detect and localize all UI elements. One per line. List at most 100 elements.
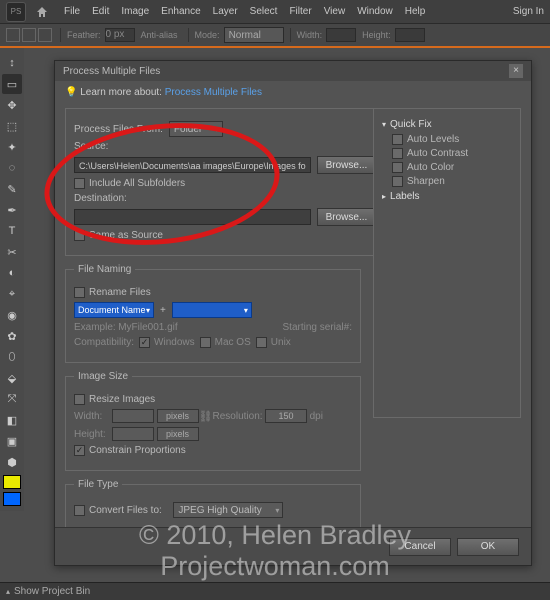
- tool-lasso[interactable]: ⬚: [2, 116, 22, 136]
- width-label: Width:: [74, 411, 112, 422]
- compat-unix-label: Unix: [271, 337, 291, 348]
- labels-accordion[interactable]: ▸ Labels: [382, 191, 512, 202]
- auto-levels-checkbox[interactable]: [392, 134, 403, 145]
- tool-gradient[interactable]: ◧: [2, 410, 22, 430]
- app-icon: PS: [6, 2, 26, 22]
- browse-source-button[interactable]: Browse...: [317, 156, 377, 174]
- constrain-proportions-label: Constrain Proportions: [89, 445, 186, 456]
- menu-file[interactable]: File: [64, 6, 80, 17]
- tool-wand[interactable]: ✦: [2, 137, 22, 157]
- destination-label: Destination:: [74, 193, 127, 204]
- convert-files-checkbox[interactable]: [74, 505, 85, 516]
- ok-button[interactable]: OK: [457, 538, 519, 556]
- menu-edit[interactable]: Edit: [92, 6, 109, 17]
- optheight-label: Height:: [362, 30, 391, 40]
- status-bar[interactable]: ▴ Show Project Bin: [0, 582, 550, 600]
- tool-dodge[interactable]: ◐: [2, 263, 22, 283]
- compat-windows-label: Windows: [154, 337, 195, 348]
- mode-select[interactable]: Normal: [224, 27, 284, 43]
- sign-in-link[interactable]: Sign In: [513, 6, 544, 17]
- tool-type[interactable]: T: [2, 221, 22, 241]
- width-field[interactable]: [112, 409, 154, 423]
- browse-destination-button[interactable]: Browse...: [317, 208, 377, 226]
- auto-contrast-checkbox[interactable]: [392, 148, 403, 159]
- tool-pencil[interactable]: ✎: [2, 179, 22, 199]
- dialog-titlebar[interactable]: Process Multiple Files ×: [55, 61, 531, 81]
- width-units-select[interactable]: pixels: [157, 409, 199, 423]
- tool-quicksel[interactable]: ◌: [2, 158, 22, 178]
- tool-redeye[interactable]: ◉: [2, 305, 22, 325]
- options-bar: Feather: 0 px Anti-alias Mode: Normal Wi…: [0, 24, 550, 48]
- menu-view[interactable]: View: [324, 6, 346, 17]
- same-as-source-checkbox[interactable]: [74, 230, 85, 241]
- background-color[interactable]: [3, 492, 21, 506]
- sharpen-checkbox[interactable]: [392, 176, 403, 187]
- labels-label: Labels: [390, 191, 419, 202]
- same-as-source-label: Same as Source: [89, 230, 163, 241]
- height-units-select[interactable]: pixels: [157, 427, 199, 441]
- file-naming-legend: File Naming: [74, 264, 135, 275]
- tool-eraser[interactable]: ⬙: [2, 368, 22, 388]
- selmode-add-icon[interactable]: [22, 28, 36, 42]
- compat-windows-checkbox[interactable]: [139, 337, 150, 348]
- include-subfolders-checkbox[interactable]: [74, 178, 85, 189]
- process-from-label: Process Files From:: [74, 124, 163, 135]
- close-icon[interactable]: ×: [509, 64, 523, 78]
- resolution-field[interactable]: 150: [265, 409, 307, 423]
- tool-hand[interactable]: ✥: [2, 95, 22, 115]
- tool-straighten[interactable]: ⌖: [2, 284, 22, 304]
- menu-window[interactable]: Window: [357, 6, 393, 17]
- convert-format-select[interactable]: JPEG High Quality: [173, 502, 283, 518]
- source-group: Process Files From: Folder Source: C:\Us…: [65, 108, 385, 256]
- menu-select[interactable]: Select: [250, 6, 278, 17]
- compat-unix-checkbox[interactable]: [256, 337, 267, 348]
- example-label: Example:: [74, 322, 116, 333]
- tool-heal[interactable]: ✿: [2, 326, 22, 346]
- tool-bucket[interactable]: ⤧: [2, 389, 22, 409]
- menu-filter[interactable]: Filter: [289, 6, 311, 17]
- tool-palette: ↕ ▭ ✥ ⬚ ✦ ◌ ✎ ✒ T ✂ ◐ ⌖ ◉ ✿ ⬯ ⬙ ⤧ ◧ ▣ ⬢: [0, 48, 24, 511]
- rename-files-checkbox[interactable]: [74, 287, 85, 298]
- file-type-legend: File Type: [74, 479, 122, 490]
- learn-link[interactable]: Process Multiple Files: [165, 87, 262, 98]
- compat-mac-checkbox[interactable]: [200, 337, 211, 348]
- cancel-button[interactable]: Cancel: [389, 538, 451, 556]
- menu-help[interactable]: Help: [405, 6, 426, 17]
- include-subfolders-label: Include All Subfolders: [89, 178, 185, 189]
- tool-move[interactable]: ↕: [2, 53, 22, 73]
- menu-layer[interactable]: Layer: [213, 6, 238, 17]
- auto-color-checkbox[interactable]: [392, 162, 403, 173]
- selmode-new-icon[interactable]: [6, 28, 20, 42]
- name-template-1-select[interactable]: Document Name: [74, 302, 154, 318]
- tool-sponge[interactable]: ⬢: [2, 452, 22, 472]
- image-size-legend: Image Size: [74, 371, 132, 382]
- tool-shape[interactable]: ▣: [2, 431, 22, 451]
- resize-images-checkbox[interactable]: [74, 394, 85, 405]
- destination-path-field[interactable]: [74, 209, 311, 225]
- process-from-select[interactable]: Folder: [169, 121, 223, 137]
- constrain-proportions-checkbox[interactable]: [74, 445, 85, 456]
- feather-field[interactable]: 0 px: [105, 28, 135, 42]
- tool-brush[interactable]: ✒: [2, 200, 22, 220]
- menu-enhance[interactable]: Enhance: [161, 6, 200, 17]
- optheight-field[interactable]: [395, 28, 425, 42]
- image-size-group: Image Size Resize Images Width: pixels ⛓…: [65, 371, 361, 471]
- tool-crop[interactable]: ✂: [2, 242, 22, 262]
- dialog-title: Process Multiple Files: [63, 66, 160, 77]
- process-multiple-files-dialog: Process Multiple Files × 💡 Learn more ab…: [54, 60, 532, 566]
- name-template-2-select[interactable]: [172, 302, 252, 318]
- file-naming-group: File Naming Rename Files Document Name +…: [65, 264, 361, 363]
- height-field[interactable]: [112, 427, 154, 441]
- antialias-label: Anti-alias: [141, 30, 178, 40]
- source-path-field[interactable]: C:\Users\Helen\Documents\aa images\Europ…: [74, 157, 311, 173]
- home-icon[interactable]: [34, 4, 50, 20]
- tool-stamp[interactable]: ⬯: [2, 347, 22, 367]
- optwidth-field[interactable]: [326, 28, 356, 42]
- foreground-color[interactable]: [3, 475, 21, 489]
- tool-marquee[interactable]: ▭: [2, 74, 22, 94]
- link-icon[interactable]: ⛓: [199, 410, 213, 423]
- right-panel: ▾ Quick Fix Auto Levels Auto Contrast Au…: [373, 108, 521, 418]
- menu-image[interactable]: Image: [121, 6, 149, 17]
- selmode-sub-icon[interactable]: [38, 28, 52, 42]
- quick-fix-accordion[interactable]: ▾ Quick Fix: [382, 119, 512, 130]
